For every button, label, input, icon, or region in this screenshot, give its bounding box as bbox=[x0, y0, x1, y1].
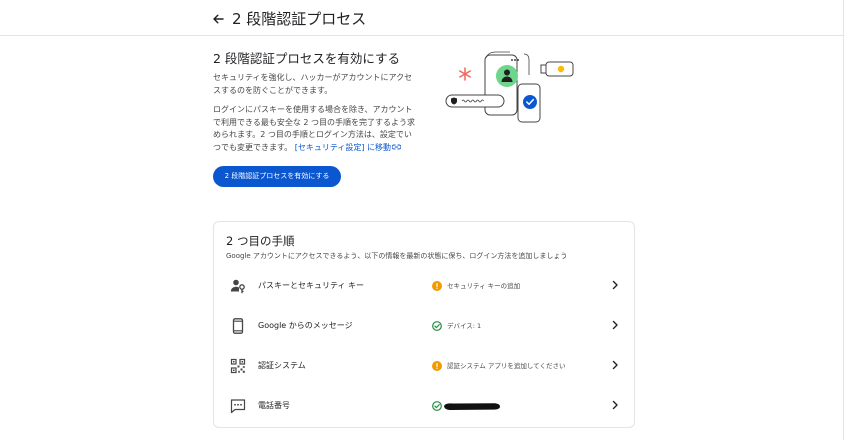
security-settings-link[interactable]: [セキュリティ設定] に移動 bbox=[295, 143, 402, 152]
row-passkeys-status: セキュリティ キーの追加 bbox=[447, 282, 521, 290]
open-link-icon[interactable] bbox=[391, 144, 402, 150]
row-google-prompts-status: デバイス: 1 bbox=[447, 322, 482, 330]
second-steps-title: 2 つ目の手順 bbox=[226, 234, 295, 248]
chevron-right-icon bbox=[612, 280, 618, 290]
warning-icon bbox=[432, 361, 442, 371]
chevron-right-icon bbox=[612, 400, 618, 410]
sms-icon bbox=[230, 399, 246, 414]
person-key-icon bbox=[230, 279, 245, 294]
enable-2sv-button[interactable]: 2 段階認証プロセスを有効にする bbox=[213, 166, 341, 187]
row-authenticator-status: 認証システム アプリを追加してください bbox=[447, 362, 566, 370]
second-steps-card: 2 つ目の手順 Google アカウントにアクセスできるよう、以下の情報を最新の… bbox=[213, 221, 635, 428]
security-settings-link-text[interactable]: [セキュリティ設定] に移動 bbox=[295, 143, 391, 152]
intro-details: ログインにパスキーを使用する場合を除き、アカウントで利用できる最も安全な 2 つ… bbox=[213, 104, 418, 154]
window-edge bbox=[843, 0, 844, 440]
redacted-phone-number bbox=[444, 403, 501, 410]
chevron-right-icon bbox=[612, 320, 618, 330]
row-google-prompts[interactable]: Google からのメッセージ デバイス: 1 bbox=[214, 306, 634, 346]
smartphone-icon bbox=[232, 318, 244, 334]
chevron-right-icon bbox=[612, 360, 618, 370]
row-passkeys[interactable]: パスキーとセキュリティ キー セキュリティ キーの追加 bbox=[214, 266, 634, 306]
check-circle-icon bbox=[432, 321, 442, 331]
row-passkeys-label: パスキーとセキュリティ キー bbox=[258, 281, 365, 290]
security-illustration bbox=[445, 51, 574, 123]
second-steps-subtitle: Google アカウントにアクセスできるよう、以下の情報を最新の状態に保ち、ログ… bbox=[226, 252, 568, 260]
qr-code-icon bbox=[230, 358, 246, 374]
row-phone-number-label: 電話番号 bbox=[258, 401, 290, 410]
warning-icon bbox=[432, 281, 442, 291]
back-arrow-icon[interactable] bbox=[211, 12, 225, 26]
row-authenticator[interactable]: 認証システム 認証システム アプリを追加してください bbox=[214, 346, 634, 386]
check-circle-icon bbox=[432, 401, 442, 411]
intro-description: セキュリティを強化し、ハッカーがアカウントにアクセスするのを防ぐことができます。 bbox=[213, 73, 413, 95]
header: 2 段階認証プロセス bbox=[0, 0, 843, 36]
intro-title: 2 段階認証プロセスを有効にする bbox=[213, 51, 401, 66]
row-authenticator-label: 認証システム bbox=[258, 361, 306, 370]
page-title: 2 段階認証プロセス bbox=[232, 10, 367, 28]
row-phone-number[interactable]: 電話番号 bbox=[214, 386, 634, 426]
row-google-prompts-label: Google からのメッセージ bbox=[258, 321, 353, 330]
